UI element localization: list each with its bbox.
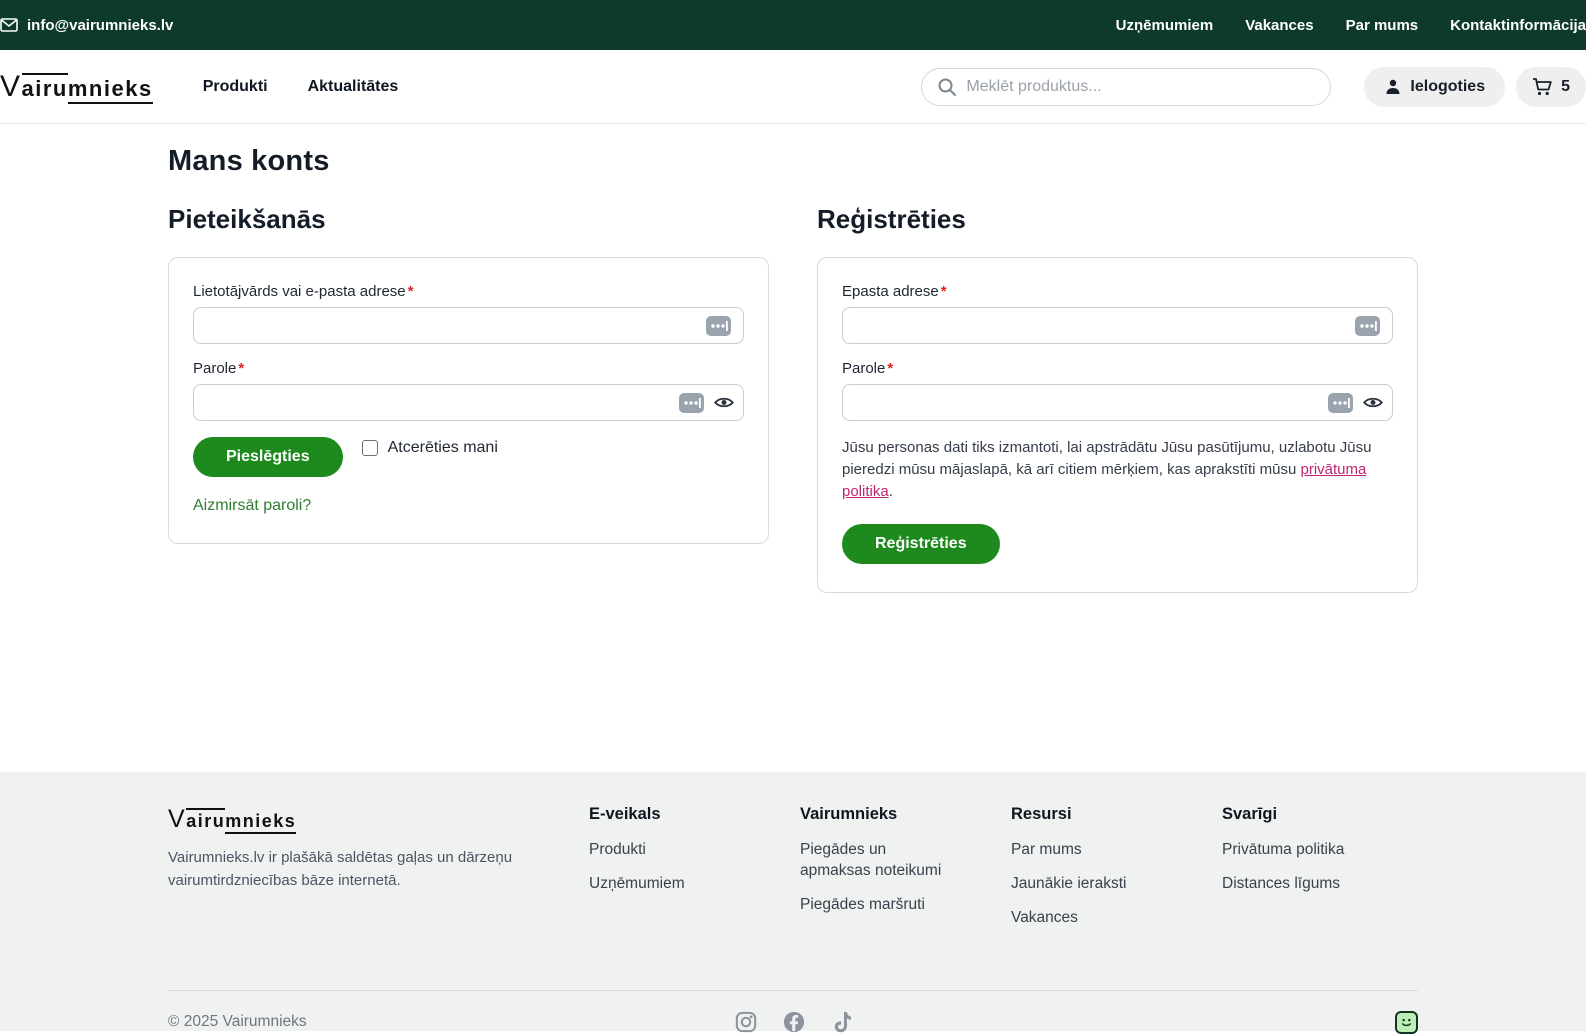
footer-col-title: E-veikals — [589, 805, 770, 824]
logo-part-over: airu — [186, 808, 225, 831]
show-password-icon[interactable] — [1363, 395, 1383, 413]
footer-brand: Vairumnieks Vairumnieks.lv ir plašākā sa… — [168, 805, 589, 942]
user-icon — [1384, 78, 1402, 96]
site-logo[interactable]: Vairumnieks — [0, 70, 153, 104]
contact-email-text: info@vairumnieks.lv — [27, 17, 173, 34]
footer-link-piegades-noteikumi[interactable]: Piegādes un apmaksas noteikumi — [800, 840, 960, 882]
footer-link-privatuma-politika[interactable]: Privātuma politika — [1222, 840, 1388, 861]
footer-logo[interactable]: Vairumnieks — [168, 805, 296, 834]
cart-icon — [1532, 77, 1553, 97]
forgot-password-link[interactable]: Aizmirsāt paroli? — [193, 497, 311, 515]
site-footer: Vairumnieks Vairumnieks.lv ir plašākā sa… — [0, 772, 1586, 1031]
facebook-icon[interactable] — [783, 1011, 805, 1033]
nav-produkti[interactable]: Produkti — [203, 78, 268, 96]
logo-letter-v: V — [0, 70, 22, 103]
site-header: Vairumnieks Produkti Aktualitātes Ielogo… — [0, 50, 1586, 124]
autofill-icon[interactable] — [1328, 393, 1353, 413]
autofill-icon[interactable] — [706, 316, 731, 336]
login-section: Pieteikšanās Lietotājvārds vai e-pasta a… — [168, 204, 769, 593]
login-button-label: Ielogoties — [1410, 78, 1485, 96]
topbar-nav: Uzņēmumiem Vakances Par mums Kontaktinfo… — [1116, 17, 1586, 34]
footer-link-produkti[interactable]: Produkti — [589, 840, 770, 861]
tiktok-icon[interactable] — [831, 1011, 851, 1033]
login-card: Lietotājvārds vai e-pasta adrese* Parole… — [168, 257, 769, 544]
chat-widget-smiley-icon[interactable] — [1395, 1011, 1418, 1034]
register-section: Reģistrēties Epasta adrese* Parole* — [817, 204, 1418, 593]
main-nav: Produkti Aktualitātes — [203, 78, 399, 96]
logo-letter-v: V — [168, 805, 186, 833]
instagram-icon[interactable] — [735, 1011, 757, 1033]
topbar: info@vairumnieks.lv Uzņēmumiem Vakances … — [0, 0, 1586, 50]
footer-description: Vairumnieks.lv ir plašākā saldētas gaļas… — [168, 847, 529, 892]
username-label: Lietotājvārds vai e-pasta adrese* — [193, 283, 744, 300]
username-input[interactable] — [193, 307, 744, 344]
remember-me-checkbox[interactable] — [362, 440, 378, 456]
topbar-link-kontaktinformacija[interactable]: Kontaktinformācija — [1450, 17, 1586, 34]
required-asterisk: * — [408, 283, 414, 300]
register-submit-button[interactable]: Reģistrēties — [842, 524, 1000, 564]
register-heading: Reģistrēties — [817, 204, 1418, 235]
register-password-label: Parole* — [842, 360, 1393, 377]
footer-col-title: Vairumnieks — [800, 805, 981, 824]
show-password-icon[interactable] — [714, 395, 734, 413]
topbar-link-uznemumiem[interactable]: Uzņēmumiem — [1116, 17, 1214, 34]
cart-button[interactable]: 5 — [1516, 67, 1586, 107]
footer-link-distances-ligums[interactable]: Distances līgums — [1222, 874, 1388, 895]
required-asterisk: * — [941, 283, 947, 300]
autofill-icon[interactable] — [679, 393, 704, 413]
logo-part-under: mnieks — [225, 811, 296, 834]
autofill-icon[interactable] — [1355, 316, 1380, 336]
register-card: Epasta adrese* Parole* — [817, 257, 1418, 593]
footer-divider — [168, 990, 1418, 991]
cart-count-badge: 5 — [1561, 78, 1570, 96]
nav-aktualitates[interactable]: Aktualitātes — [308, 78, 399, 96]
password-label: Parole* — [193, 360, 744, 377]
footer-col-title: Svarīgi — [1222, 805, 1388, 824]
privacy-notice: Jūsu personas dati tiks izmantoti, lai a… — [842, 437, 1393, 502]
password-input[interactable] — [193, 384, 744, 421]
register-email-label: Epasta adrese* — [842, 283, 1393, 300]
copyright-text: © 2025 Vairumnieks — [168, 1013, 735, 1031]
search-icon — [937, 77, 957, 102]
footer-link-piegades-marsruti[interactable]: Piegādes maršruti — [800, 895, 981, 916]
search-input[interactable] — [921, 68, 1331, 106]
footer-col-title: Resursi — [1011, 805, 1192, 824]
footer-col-svarigi: Svarīgi Privātuma politika Distances līg… — [1222, 805, 1418, 942]
topbar-link-vakances[interactable]: Vakances — [1245, 17, 1313, 34]
social-links — [735, 1011, 851, 1033]
search-bar — [921, 68, 1331, 106]
register-password-input[interactable] — [842, 384, 1393, 421]
login-submit-button[interactable]: Pieslēgties — [193, 437, 343, 477]
footer-col-eveikals: E-veikals Produkti Uzņēmumiem — [589, 805, 800, 942]
main-content: Mans konts Pieteikšanās Lietotājvārds va… — [0, 124, 1586, 772]
login-heading: Pieteikšanās — [168, 204, 769, 235]
page-title: Mans konts — [168, 145, 1418, 178]
contact-email[interactable]: info@vairumnieks.lv — [0, 17, 173, 34]
footer-col-resursi: Resursi Par mums Jaunākie ieraksti Vakan… — [1011, 805, 1222, 942]
envelope-icon — [0, 18, 18, 32]
register-email-input[interactable] — [842, 307, 1393, 344]
footer-link-vakances[interactable]: Vakances — [1011, 908, 1192, 929]
footer-col-vairumnieks: Vairumnieks Piegādes un apmaksas noteiku… — [800, 805, 1011, 942]
required-asterisk: * — [887, 360, 893, 377]
footer-link-uznemumiem[interactable]: Uzņēmumiem — [589, 874, 770, 895]
remember-me-label: Atcerēties mani — [388, 439, 498, 457]
logo-part-over: airu — [22, 73, 68, 101]
topbar-link-par-mums[interactable]: Par mums — [1346, 17, 1419, 34]
footer-link-jaunakie-ieraksti[interactable]: Jaunākie ieraksti — [1011, 874, 1192, 895]
logo-part-under: mnieks — [68, 76, 153, 104]
login-button[interactable]: Ielogoties — [1364, 67, 1505, 107]
footer-link-par-mums[interactable]: Par mums — [1011, 840, 1192, 861]
required-asterisk: * — [238, 360, 244, 377]
